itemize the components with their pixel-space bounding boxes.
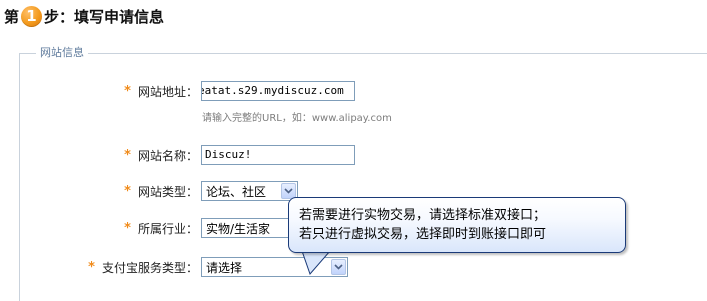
step-prefix: 第 bbox=[4, 7, 20, 26]
site-url-input[interactable]: eatat.s29.mydiscuz.com bbox=[201, 81, 355, 101]
tooltip-line-1: 若需要进行实物交易，请选择标准双接口； bbox=[299, 208, 547, 223]
fieldset-legend: 网站信息 bbox=[36, 46, 88, 60]
site-type-label: * 网站类型： bbox=[124, 180, 198, 202]
industry-selected: 实物/生活家 bbox=[206, 221, 271, 236]
required-mark: * bbox=[124, 147, 131, 163]
required-mark: * bbox=[124, 83, 131, 99]
fieldset-top-border bbox=[19, 53, 707, 54]
site-name-input[interactable]: Discuz! bbox=[201, 145, 355, 165]
tooltip-line-2: 若只进行虚拟交易，选择即时到账接口即可 bbox=[299, 227, 547, 242]
alipay-service-type-label: * 支付宝服务类型： bbox=[88, 256, 198, 278]
fieldset-left-border bbox=[19, 53, 20, 301]
step-number-badge: 1 bbox=[21, 5, 43, 27]
step-title: 第 1 步：填写申请信息 bbox=[4, 3, 164, 29]
alipay-service-type-label-text: 支付宝服务类型： bbox=[101, 260, 198, 275]
service-type-tooltip: 若需要进行实物交易，请选择标准双接口； 若只进行虚拟交易，选择即时到账接口即可 bbox=[288, 197, 626, 253]
industry-label-text: 所属行业： bbox=[137, 221, 198, 236]
required-mark: * bbox=[124, 183, 131, 199]
industry-select[interactable]: 实物/生活家 bbox=[201, 218, 301, 238]
site-type-select[interactable]: 论坛、社区 bbox=[201, 181, 298, 201]
site-name-label-text: 网站名称： bbox=[137, 148, 198, 163]
required-mark: * bbox=[88, 259, 95, 275]
site-type-label-text: 网站类型： bbox=[137, 184, 198, 199]
step-heading: 步：填写申请信息 bbox=[44, 7, 165, 26]
site-url-label-text: 网站地址： bbox=[137, 84, 198, 99]
site-url-label: * 网站地址： bbox=[124, 80, 198, 102]
site-name-label: * 网站名称： bbox=[124, 144, 198, 166]
site-url-hint: 请输入完整的URL，如：www.alipay.com bbox=[202, 113, 392, 124]
site-type-selected: 论坛、社区 bbox=[206, 184, 267, 199]
industry-label: * 所属行业： bbox=[124, 217, 198, 239]
tooltip-pointer bbox=[301, 250, 331, 275]
required-mark: * bbox=[124, 220, 131, 236]
